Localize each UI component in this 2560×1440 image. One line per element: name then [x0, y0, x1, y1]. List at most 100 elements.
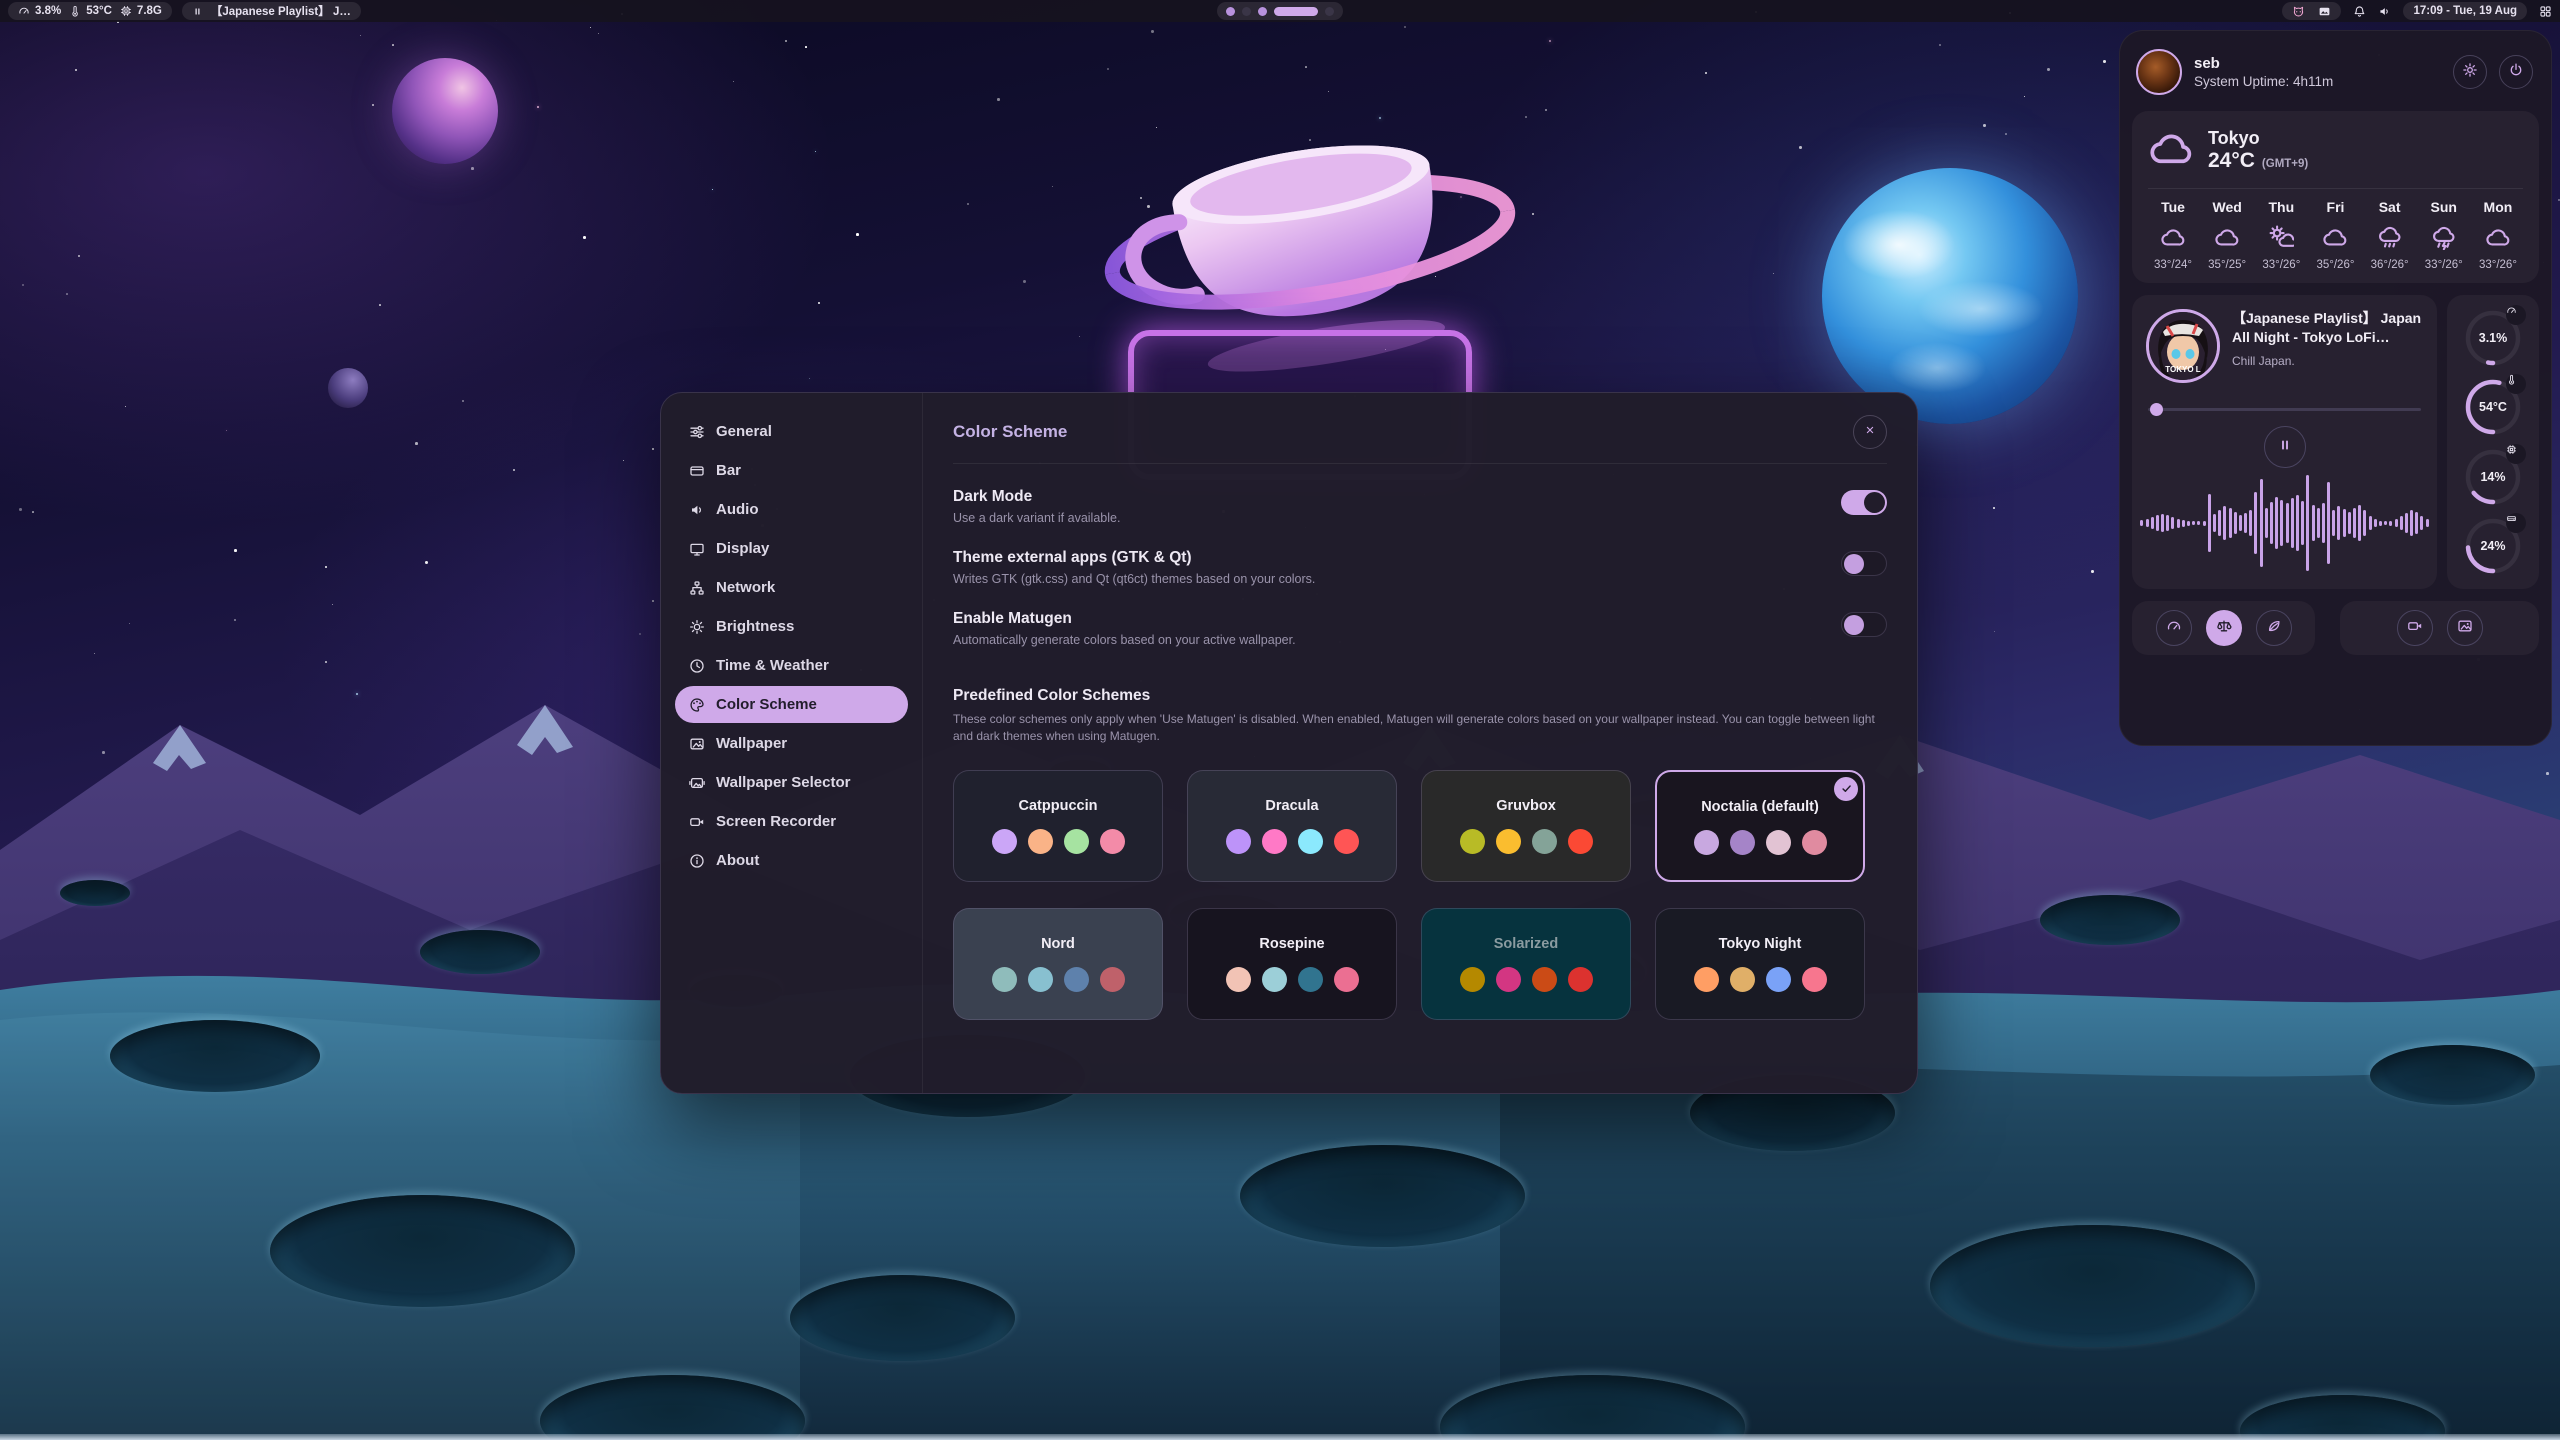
color-swatch — [1802, 830, 1827, 855]
app-grid-icon[interactable] — [2539, 5, 2552, 18]
balanced-profile-button[interactable] — [2206, 610, 2242, 646]
setting-row-theme-external-apps-gtk-qt: Theme external apps (GTK & Qt) Writes GTK… — [953, 549, 1887, 586]
scheme-card-nord[interactable]: Nord — [953, 908, 1163, 1020]
color-swatch — [1226, 829, 1251, 854]
visualizer-bar — [2400, 516, 2403, 530]
visualizer-bar — [2166, 515, 2169, 531]
workspace-indicator[interactable] — [1217, 2, 1343, 20]
color-swatch — [992, 967, 1017, 992]
star — [1052, 186, 1053, 187]
scheme-card-tokyo-night[interactable]: Tokyo Night — [1655, 908, 1865, 1020]
scheme-name: Dracula — [1188, 798, 1396, 814]
visualizer-bar — [2187, 521, 2190, 526]
gauge-14: 14% — [2463, 447, 2523, 507]
media-pill[interactable]: 【Japanese Playlist】 J… — [182, 2, 361, 20]
tray-app-icon[interactable] — [2292, 5, 2305, 18]
forecast-day-mon: Mon33°/26° — [2473, 199, 2523, 271]
gauge-3-1: 3.1% — [2463, 308, 2523, 368]
crater — [420, 930, 540, 974]
workspace-dot-1[interactable] — [1226, 7, 1235, 16]
screen-record-button[interactable] — [2397, 610, 2433, 646]
sidebar-item-wallpaper-selector[interactable]: Wallpaper Selector — [675, 764, 908, 801]
star — [379, 304, 381, 306]
sidebar-item-audio[interactable]: Audio — [675, 491, 908, 528]
scheme-card-catppuccin[interactable]: Catppuccin — [953, 770, 1163, 882]
settings-button[interactable] — [2453, 55, 2487, 89]
toggle-enable-matugen[interactable] — [1841, 612, 1887, 637]
sidebar-item-about[interactable]: About — [675, 842, 908, 879]
scales-icon — [2216, 618, 2232, 639]
notifications-bell-icon[interactable] — [2353, 5, 2366, 18]
star — [598, 33, 599, 34]
forecast-day-name: Mon — [2473, 199, 2523, 215]
album-art[interactable]: TOKYO L — [2146, 309, 2220, 383]
pause-button[interactable] — [2264, 426, 2306, 468]
powersave-profile-button[interactable] — [2256, 610, 2292, 646]
sidebar-item-label: Bar — [716, 462, 741, 479]
crater — [2040, 895, 2180, 945]
wallpaper-button[interactable] — [2447, 610, 2483, 646]
forecast-day-name: Thu — [2256, 199, 2306, 215]
power-button[interactable] — [2499, 55, 2533, 89]
media-progress-slider[interactable] — [2148, 403, 2421, 416]
star — [997, 98, 1000, 101]
color-swatch — [1262, 967, 1287, 992]
performance-profile-button[interactable] — [2156, 610, 2192, 646]
ground-highlight — [0, 1434, 2560, 1440]
star — [967, 203, 969, 205]
network-icon — [689, 580, 705, 596]
scheme-card-solarized[interactable]: Solarized — [1421, 908, 1631, 1020]
system-stats-pill[interactable]: 3.8% 53°C 7.8G — [8, 2, 172, 20]
color-swatch — [1568, 967, 1593, 992]
forecast-day-sat: Sat36°/26° — [2365, 199, 2415, 271]
scheme-card-rosepine[interactable]: Rosepine — [1187, 908, 1397, 1020]
workspace-dot-3[interactable] — [1258, 7, 1267, 16]
volume-icon[interactable] — [2378, 5, 2391, 18]
color-swatch — [1100, 829, 1125, 854]
scheme-card-dracula[interactable]: Dracula — [1187, 770, 1397, 882]
visualizer-bar — [2337, 506, 2340, 540]
visualizer-bar — [2208, 494, 2211, 552]
workspace-dot-2[interactable] — [1242, 7, 1251, 16]
scheme-card-gruvbox[interactable]: Gruvbox — [1421, 770, 1631, 882]
color-swatch — [1766, 967, 1791, 992]
workspace-dot-4[interactable] — [1274, 7, 1318, 16]
visualizer-bar — [2156, 515, 2159, 531]
visualizer-bar — [2265, 508, 2268, 538]
speedometer-icon — [2166, 618, 2182, 639]
visualizer-bar — [2239, 515, 2242, 531]
close-button[interactable] — [1853, 415, 1887, 449]
toggle-theme-external-apps-gtk-qt[interactable] — [1841, 551, 1887, 576]
visualizer-bar — [2161, 514, 2164, 532]
star — [805, 46, 807, 48]
sidebar-item-network[interactable]: Network — [675, 569, 908, 606]
cloud-icon — [2202, 224, 2252, 250]
sidebar-item-label: Screen Recorder — [716, 813, 836, 830]
sidebar-item-bar[interactable]: Bar — [675, 452, 908, 489]
sidebar-item-general[interactable]: General — [675, 413, 908, 450]
media-title: 【Japanese Playlist】 Japan All Night - To… — [2232, 309, 2423, 347]
visualizer-bar — [2374, 519, 2377, 527]
workspace-dot-5[interactable] — [1325, 7, 1334, 16]
sidebar-item-screen-recorder[interactable]: Screen Recorder — [675, 803, 908, 840]
setting-desc: Writes GTK (gtk.css) and Qt (qt6ct) them… — [953, 572, 1315, 586]
wallpaper-tray-icon[interactable] — [2318, 5, 2331, 18]
sidebar-item-color-scheme[interactable]: Color Scheme — [675, 686, 908, 723]
sidebar-item-wallpaper[interactable]: Wallpaper — [675, 725, 908, 762]
color-swatch — [1298, 829, 1323, 854]
sidebar-item-display[interactable]: Display — [675, 530, 908, 567]
video-camera-icon — [2407, 618, 2423, 639]
sidebar-item-time-weather[interactable]: Time & Weather — [675, 647, 908, 684]
toggle-dark-mode[interactable] — [1841, 490, 1887, 515]
forecast-day-sun: Sun33°/26° — [2419, 199, 2469, 271]
avatar[interactable] — [2136, 49, 2182, 95]
clock-pill[interactable]: 17:09 - Tue, 19 Aug — [2403, 2, 2527, 20]
color-swatch — [1064, 967, 1089, 992]
progress-knob[interactable] — [2150, 403, 2163, 416]
forecast-day-wed: Wed35°/25° — [2202, 199, 2252, 271]
scheme-card-noctalia-default[interactable]: Noctalia (default) — [1655, 770, 1865, 882]
setting-title: Theme external apps (GTK & Qt) — [953, 549, 1315, 567]
forecast-temps: 35°/26° — [2310, 259, 2360, 271]
star — [1151, 30, 1154, 33]
sidebar-item-brightness[interactable]: Brightness — [675, 608, 908, 645]
